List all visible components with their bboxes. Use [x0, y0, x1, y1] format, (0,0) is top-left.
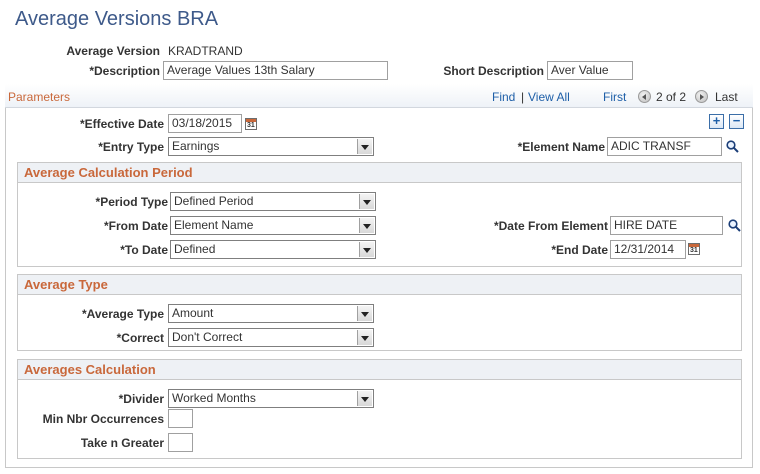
previous-row-icon[interactable] [638, 90, 651, 103]
period-type-select[interactable]: Defined Period [170, 192, 376, 211]
find-link[interactable]: Find [492, 90, 515, 104]
from-date-select[interactable]: Element Name [170, 216, 376, 235]
min-nbr-occurrences-label: Min Nbr Occurrences [42, 412, 164, 426]
magnifier-icon[interactable] [726, 140, 739, 153]
average-calculation-period-header: Average Calculation Period [18, 163, 741, 183]
divider-value: Worked Months [172, 391, 256, 405]
effective-date-field[interactable]: 03/18/2015 [168, 114, 242, 133]
period-type-label: *Period Type [95, 195, 168, 209]
short-description-label: Short Description [443, 64, 544, 78]
entry-type-select[interactable]: Earnings [168, 137, 374, 156]
chevron-down-icon [357, 306, 372, 321]
end-date-label: *End Date [551, 243, 608, 257]
element-name-field[interactable]: ADIC TRANSF [607, 137, 722, 156]
next-row-icon[interactable] [695, 90, 708, 103]
effective-date-label: *Effective Date [79, 117, 164, 131]
nav-separator: | [521, 90, 525, 104]
magnifier-icon[interactable] [728, 219, 741, 232]
calendar-glyph: 31 [247, 122, 255, 129]
correct-select[interactable]: Don't Correct [168, 328, 374, 347]
date-from-element-label: *Date From Element [493, 219, 608, 233]
averages-calculation-header: Averages Calculation [18, 360, 741, 380]
date-from-element-field[interactable]: HIRE DATE [610, 216, 723, 235]
from-date-value: Element Name [174, 218, 254, 232]
to-date-label: *To Date [120, 243, 168, 257]
entry-type-label: *Entry Type [98, 140, 164, 154]
row-count: 2 of 2 [656, 90, 687, 104]
last-link: Last [715, 90, 738, 104]
element-name-label: *Element Name [517, 140, 605, 154]
chevron-down-icon [359, 218, 374, 233]
calendar-glyph: 31 [690, 247, 698, 254]
average-type-select[interactable]: Amount [168, 304, 374, 323]
divider-select[interactable]: Worked Months [168, 389, 374, 408]
average-version-label: Average Version [66, 44, 160, 58]
to-date-select[interactable]: Defined [170, 240, 376, 259]
end-date-field[interactable]: 12/31/2014 [610, 240, 686, 259]
short-description-field[interactable]: Aver Value [547, 61, 633, 80]
chevron-down-icon [357, 391, 372, 406]
description-label: *Description [89, 64, 160, 78]
average-version-value: KRADTRAND [168, 44, 243, 58]
calendar-icon[interactable]: 31 [688, 243, 700, 255]
correct-value: Don't Correct [172, 330, 243, 344]
chevron-down-icon [359, 242, 374, 257]
add-row-button[interactable]: + [709, 114, 724, 129]
page-title: Average Versions BRA [15, 8, 219, 30]
calendar-icon[interactable]: 31 [245, 118, 257, 130]
parameters-title: Parameters [8, 90, 71, 104]
min-nbr-occurrences-field[interactable] [168, 409, 193, 428]
chevron-down-icon [357, 139, 372, 154]
average-type-label: *Average Type [81, 307, 164, 321]
divider-label: *Divider [118, 392, 164, 406]
chevron-down-icon [359, 194, 374, 209]
view-all-link[interactable]: View All [528, 90, 570, 104]
description-field[interactable]: Average Values 13th Salary [163, 61, 388, 80]
take-n-greater-label: Take n Greater [80, 436, 164, 450]
average-type-value: Amount [172, 306, 214, 320]
period-type-value: Defined Period [174, 194, 254, 208]
to-date-value: Defined [174, 242, 216, 256]
average-type-header: Average Type [18, 275, 741, 295]
chevron-down-icon [357, 330, 372, 345]
delete-row-button[interactable]: − [729, 114, 744, 129]
entry-type-value: Earnings [172, 139, 220, 153]
first-link[interactable]: First [603, 90, 626, 104]
correct-label: *Correct [116, 331, 164, 345]
from-date-label: *From Date [103, 219, 168, 233]
take-n-greater-field[interactable] [168, 433, 193, 452]
